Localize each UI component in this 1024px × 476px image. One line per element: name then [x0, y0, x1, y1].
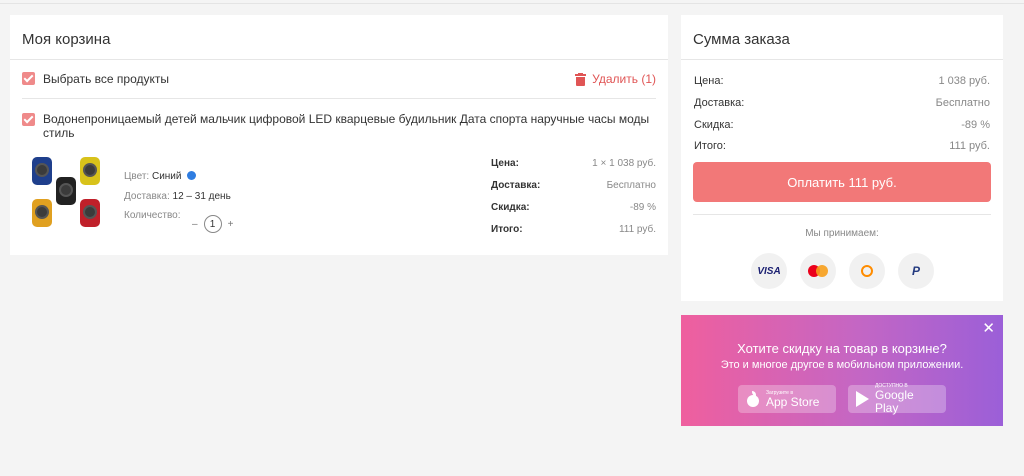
google-play-button[interactable]: ДОСТУПНО В Google Play	[848, 383, 946, 415]
close-icon[interactable]: ✕	[982, 321, 995, 336]
delete-button[interactable]: Удалить (1)	[575, 72, 656, 86]
item-color: Цвет: Синий	[124, 171, 197, 182]
color-label: Цвет:	[124, 171, 150, 182]
qiwi-icon	[849, 253, 885, 289]
watch-orange	[32, 199, 52, 227]
item-discount-row: Скидка: -89 %	[491, 202, 656, 213]
payment-methods: VISA P	[751, 253, 937, 289]
select-all-row: Выбрать все продукты Удалить (1)	[22, 71, 656, 99]
item-title[interactable]: Водонепроницаемый детей мальчик цифровой…	[43, 112, 663, 140]
item-price-breakdown: Цена: 1 × 1 038 руб. Доставка: Бесплатно…	[491, 155, 656, 243]
order-summary-panel: Сумма заказа Цена: 1 038 руб. Доставка: …	[681, 15, 1003, 301]
product-image[interactable]	[30, 155, 104, 235]
app-store-button[interactable]: Загрузите в App Store	[738, 385, 836, 413]
apple-icon	[746, 391, 760, 407]
paypal-icon: P	[898, 253, 934, 289]
item-total-row: Итого: 111 руб.	[491, 224, 656, 235]
item-delivery-row: Доставка: Бесплатно	[491, 180, 656, 191]
delete-label: Удалить (1)	[592, 72, 656, 86]
watch-red	[80, 199, 100, 227]
item-checkbox[interactable]	[22, 113, 35, 126]
quantity-plus-button[interactable]: +	[228, 219, 234, 230]
item-price-row: Цена: 1 × 1 038 руб.	[491, 158, 656, 169]
cart-panel: Моя корзина Выбрать все продукты Удалить…	[10, 15, 668, 255]
summary-divider	[693, 214, 991, 215]
play-icon	[856, 391, 869, 407]
cart-title: Моя корзина	[10, 15, 668, 60]
quantity-value[interactable]: 1	[203, 215, 222, 233]
promo-subtitle: Это и многое другое в мобильном приложен…	[720, 359, 964, 371]
top-divider	[0, 0, 1024, 4]
color-value: Синий	[151, 171, 182, 182]
watch-black	[56, 177, 76, 205]
select-all-label[interactable]: Выбрать все продукты	[43, 72, 169, 86]
trash-icon	[575, 72, 587, 86]
pay-button[interactable]: Оплатить 111 руб.	[693, 162, 991, 202]
accept-label: Мы принимаем:	[805, 228, 879, 239]
quantity-minus-button[interactable]: –	[192, 219, 198, 230]
item-delivery: Доставка: 12 – 31 день	[124, 191, 231, 202]
app-promo-banner: ✕ Хотите скидку на товар в корзине? Это …	[681, 315, 1003, 426]
watch-blue	[32, 157, 52, 185]
item-quantity-label: Количество:	[124, 210, 181, 221]
quantity-stepper: – 1 +	[192, 215, 233, 233]
mastercard-icon	[800, 253, 836, 289]
visa-icon: VISA	[751, 253, 787, 289]
delivery-value: 12 – 31 день	[172, 191, 231, 202]
watch-yellow	[80, 157, 100, 185]
delivery-label: Доставка:	[124, 191, 170, 202]
summary-title: Сумма заказа	[681, 15, 1003, 60]
color-swatch	[187, 171, 197, 180]
promo-title: Хотите скидку на товар в корзине?	[737, 341, 947, 356]
select-all-checkbox[interactable]	[22, 72, 35, 85]
